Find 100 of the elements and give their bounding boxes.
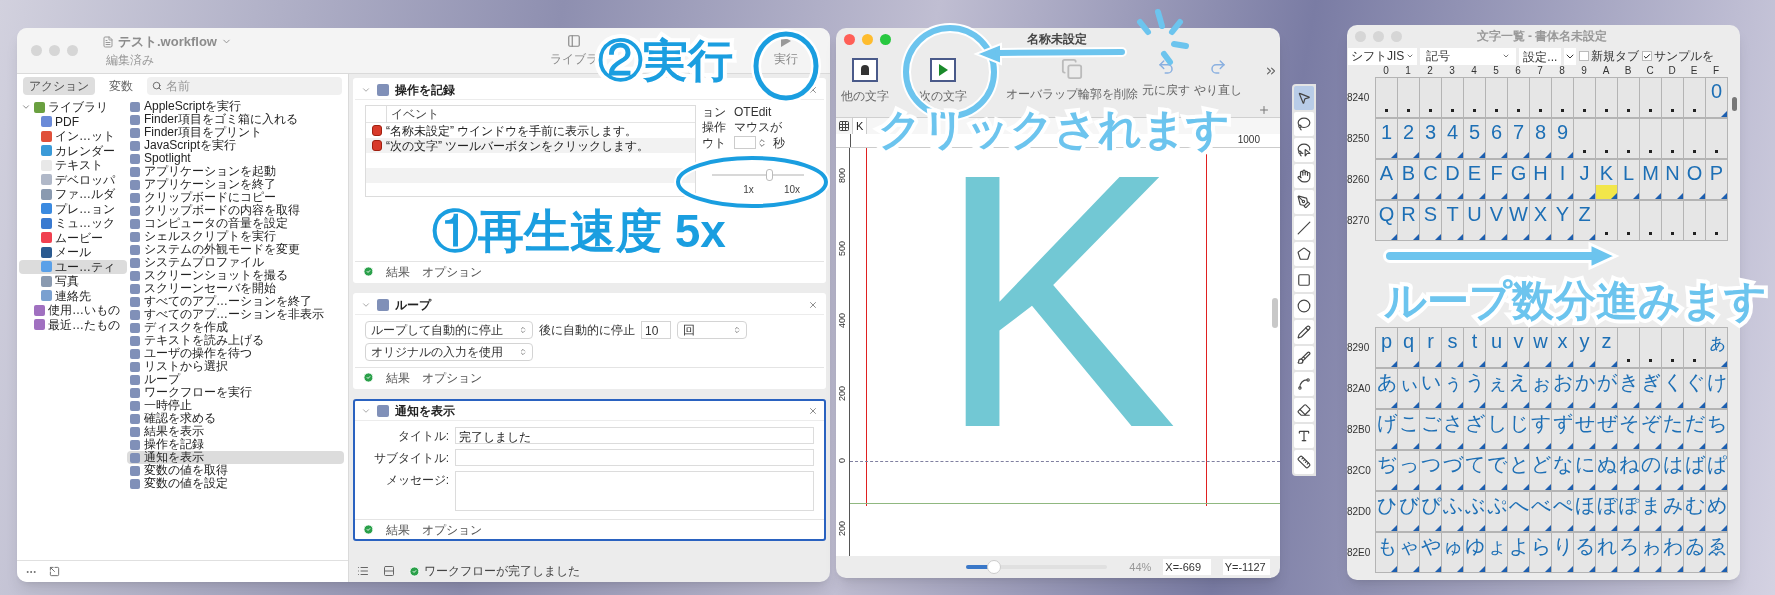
tool-button[interactable] bbox=[1294, 424, 1314, 448]
character-cell[interactable]: じ bbox=[1508, 410, 1530, 450]
character-cell[interactable]: ひ bbox=[1376, 492, 1398, 532]
character-cell[interactable]: ゐ bbox=[1684, 533, 1706, 573]
action-list-item[interactable]: Finder項目をプリント bbox=[127, 126, 344, 139]
character-cell[interactable]: W bbox=[1508, 201, 1530, 241]
settings-button[interactable]: 設定... bbox=[1519, 47, 1562, 65]
tool-button[interactable] bbox=[1294, 398, 1314, 422]
character-cell[interactable]: 9 bbox=[1552, 119, 1574, 159]
library-item[interactable]: ライブラリ bbox=[19, 100, 127, 115]
character-cell[interactable]: う bbox=[1464, 369, 1486, 409]
character-cell[interactable]: と bbox=[1508, 451, 1530, 491]
character-cell[interactable]: 3 bbox=[1420, 119, 1442, 159]
character-cell[interactable]: G bbox=[1508, 160, 1530, 200]
text-field[interactable]: 完了しました bbox=[455, 427, 814, 444]
character-cell[interactable] bbox=[1618, 119, 1640, 159]
character-cell[interactable]: る bbox=[1574, 533, 1596, 573]
timeout-field[interactable] bbox=[734, 136, 756, 149]
character-cell[interactable]: v bbox=[1508, 328, 1530, 368]
character-cell[interactable]: こ bbox=[1398, 410, 1420, 450]
character-cell[interactable]: z bbox=[1596, 328, 1618, 368]
character-cell[interactable]: Y bbox=[1552, 201, 1574, 241]
action-list-item[interactable]: スクリーンセーバを開始 bbox=[127, 282, 344, 295]
character-cell[interactable]: C bbox=[1420, 160, 1442, 200]
character-cell[interactable]: ふ bbox=[1442, 492, 1464, 532]
library-item[interactable]: プレ…ョン bbox=[19, 201, 127, 216]
input-select[interactable]: オリジナルの入力を使用 bbox=[365, 343, 533, 361]
character-cell[interactable]: け bbox=[1706, 369, 1728, 409]
character-cell[interactable]: げ bbox=[1376, 410, 1398, 450]
character-cell[interactable]: も bbox=[1376, 533, 1398, 573]
library-item[interactable]: PDF bbox=[19, 114, 127, 129]
mode-select[interactable]: ループして自動的に停止 bbox=[365, 321, 533, 339]
character-cell[interactable]: か bbox=[1574, 369, 1596, 409]
action-list-item[interactable]: クリップボードの内容を取得 bbox=[127, 204, 344, 217]
character-cell[interactable]: ぱ bbox=[1706, 451, 1728, 491]
character-cell[interactable]: ざ bbox=[1464, 410, 1486, 450]
character-cell[interactable]: ぼ bbox=[1596, 492, 1618, 532]
character-cell[interactable]: ぜ bbox=[1596, 410, 1618, 450]
character-cell[interactable]: 0 bbox=[1706, 78, 1728, 118]
character-cell[interactable]: w bbox=[1530, 328, 1552, 368]
character-cell[interactable]: q bbox=[1398, 328, 1420, 368]
checkbox[interactable] bbox=[1579, 51, 1590, 61]
character-cell[interactable]: む bbox=[1684, 492, 1706, 532]
card-tab[interactable]: オプション bbox=[422, 262, 482, 281]
tool-button[interactable] bbox=[1294, 112, 1314, 136]
action-list-item[interactable]: システムの外観モードを変更 bbox=[127, 243, 344, 256]
window-control-button[interactable] bbox=[31, 45, 42, 56]
character-cell[interactable]: P bbox=[1706, 160, 1728, 200]
window-control-button[interactable] bbox=[880, 33, 891, 45]
character-cell[interactable] bbox=[1684, 201, 1706, 241]
character-cell[interactable]: ゅ bbox=[1442, 533, 1464, 573]
character-cell[interactable]: み bbox=[1662, 492, 1684, 532]
library-item[interactable]: ムービー bbox=[19, 230, 127, 245]
character-cell[interactable]: T bbox=[1442, 201, 1464, 241]
character-cell[interactable]: F bbox=[1486, 160, 1508, 200]
library-item[interactable]: テキスト bbox=[19, 158, 127, 173]
character-cell[interactable]: 7 bbox=[1508, 119, 1530, 159]
character-cell[interactable]: べ bbox=[1530, 492, 1552, 532]
search-field[interactable]: 名前 bbox=[147, 77, 342, 95]
character-cell[interactable] bbox=[1442, 78, 1464, 118]
character-cell[interactable]: く bbox=[1662, 369, 1684, 409]
action-list-item[interactable]: ワークフローを実行 bbox=[127, 386, 344, 399]
character-cell[interactable]: せ bbox=[1574, 410, 1596, 450]
character-cell[interactable]: Q bbox=[1376, 201, 1398, 241]
action-list-item[interactable]: コンピュータの音量を設定 bbox=[127, 217, 344, 230]
toolbar-button[interactable]: 実行 bbox=[774, 34, 798, 68]
character-cell[interactable]: ぬ bbox=[1596, 451, 1618, 491]
slider-thumb[interactable] bbox=[766, 169, 774, 181]
character-cell[interactable]: 8 bbox=[1530, 119, 1552, 159]
scrollbar-thumb[interactable] bbox=[1272, 298, 1278, 328]
character-cell[interactable]: y bbox=[1574, 328, 1596, 368]
character-cell[interactable] bbox=[1684, 328, 1706, 368]
action-list-item[interactable]: リストから選択 bbox=[127, 360, 344, 373]
stepper-icon[interactable] bbox=[757, 137, 767, 148]
character-cell[interactable]: V bbox=[1486, 201, 1508, 241]
character-cell[interactable]: に bbox=[1574, 451, 1596, 491]
library-item[interactable]: メール bbox=[19, 245, 127, 260]
tool-button[interactable] bbox=[1294, 294, 1314, 318]
character-cell[interactable]: u bbox=[1486, 328, 1508, 368]
add-tab-button[interactable] bbox=[1258, 103, 1270, 116]
tool-button[interactable] bbox=[1294, 242, 1314, 266]
character-cell[interactable]: ぞ bbox=[1640, 410, 1662, 450]
tool-button[interactable] bbox=[1294, 372, 1314, 396]
toolbar-button[interactable]: 元に戻す bbox=[1140, 58, 1192, 99]
character-cell[interactable] bbox=[1662, 78, 1684, 118]
card-tab[interactable]: オプション bbox=[422, 368, 482, 387]
character-cell[interactable] bbox=[1596, 201, 1618, 241]
character-cell[interactable] bbox=[1398, 78, 1420, 118]
character-cell[interactable]: き bbox=[1618, 369, 1640, 409]
toolbar-button[interactable]: やり直し bbox=[1192, 58, 1244, 99]
character-cell[interactable]: ね bbox=[1618, 451, 1640, 491]
character-cell[interactable]: っ bbox=[1398, 451, 1420, 491]
character-cell[interactable]: 5 bbox=[1464, 119, 1486, 159]
window-control-button[interactable] bbox=[844, 33, 855, 45]
character-cell[interactable]: へ bbox=[1508, 492, 1530, 532]
character-cell[interactable]: わ bbox=[1662, 533, 1684, 573]
toolbar-button[interactable]: 他の文字 bbox=[838, 58, 892, 105]
character-cell[interactable]: J bbox=[1574, 160, 1596, 200]
character-cell[interactable]: の bbox=[1640, 451, 1662, 491]
character-cell[interactable]: x bbox=[1552, 328, 1574, 368]
